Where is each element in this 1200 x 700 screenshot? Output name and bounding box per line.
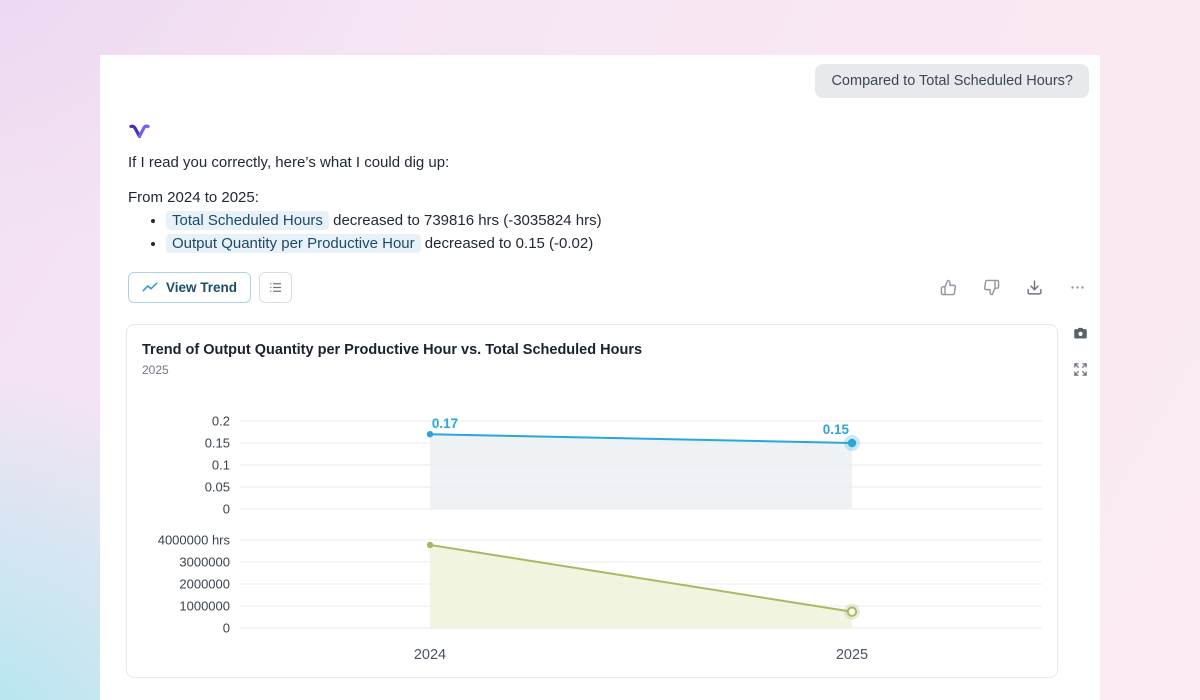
svg-text:2024: 2024 [414,647,446,663]
metric-highlight: Output Quantity per Productive Hour [166,233,421,253]
expand-button[interactable] [1073,362,1088,377]
metric-highlight: Total Scheduled Hours [166,211,329,230]
more-options-button[interactable] [1067,277,1088,298]
svg-text:2000000: 2000000 [179,577,230,592]
svg-text:0.1: 0.1 [212,458,230,473]
svg-text:1000000: 1000000 [179,599,230,614]
finding-text: decreased to 739816 hrs (-3035824 hrs) [328,212,602,229]
finding-text: decreased to 0.15 (-0.02) [420,234,594,252]
svg-text:0.2: 0.2 [212,414,230,429]
suggestion-row: Compared to Total Scheduled Hours? [100,64,1089,98]
actions-row: View Trend [100,272,1100,303]
message-intro: If I read you correctly, here’s what I c… [128,154,450,171]
expand-icon [1073,362,1088,377]
svg-text:0: 0 [223,502,230,517]
findings-list: Total Scheduled Hours decreased to 73981… [128,210,1072,254]
chart-area: 0 0.05 0.1 0.15 0.2 0.17 0.15 0 1000000 2000000 3… [142,413,1042,672]
chart-panel-0: 0 0.05 0.1 0.15 0.2 0.17 0.15 [205,414,1042,517]
chart-title: Trend of Output Quantity per Productive … [142,342,643,358]
message-period: From 2024 to 2025: [128,189,259,206]
list-view-button[interactable] [259,272,293,303]
list-icon [268,280,283,295]
camera-icon [1073,326,1088,341]
chart-section: Trend of Output Quantity per Productive … [126,324,1088,678]
svg-text:0.17: 0.17 [432,416,458,431]
svg-text:0: 0 [223,621,230,636]
view-trend-label: View Trend [166,280,238,295]
thumbs-up-button[interactable] [938,277,959,298]
download-button[interactable] [1024,277,1045,298]
view-trend-button[interactable]: View Trend [128,272,252,303]
svg-text:3000000: 3000000 [179,555,230,570]
screenshot-button[interactable] [1073,326,1088,341]
thumbs-down-button[interactable] [981,277,1002,298]
finding-item: Output Quantity per Productive Hour decr… [166,233,1072,255]
suggestion-chip[interactable]: Compared to Total Scheduled Hours? [815,64,1089,98]
download-icon [1026,279,1043,296]
svg-text:0.15: 0.15 [823,422,850,437]
ellipsis-icon [1069,279,1086,296]
svg-text:2025: 2025 [836,647,868,663]
thumbs-down-icon [983,279,1000,296]
chart-subtitle: 2025 [142,363,169,377]
trend-line-icon [142,280,158,296]
svg-text:0.15: 0.15 [205,436,230,451]
assistant-panel: Compared to Total Scheduled Hours? If I … [100,55,1100,700]
svg-text:0.05: 0.05 [205,480,230,495]
message-content: If I read you correctly, here’s what I c… [100,123,1100,254]
finding-item: Total Scheduled Hours decreased to 73981… [166,210,1072,232]
svg-text:4000000 hrs: 4000000 hrs [158,533,231,548]
assistant-logo-icon [128,123,1072,140]
chart-side-tools [1073,326,1088,377]
thumbs-up-icon [940,279,957,296]
chart-card: Trend of Output Quantity per Productive … [126,324,1058,678]
chart-panel-1: 0 1000000 2000000 3000000 4000000 hrs 2024 202… [158,533,1042,663]
